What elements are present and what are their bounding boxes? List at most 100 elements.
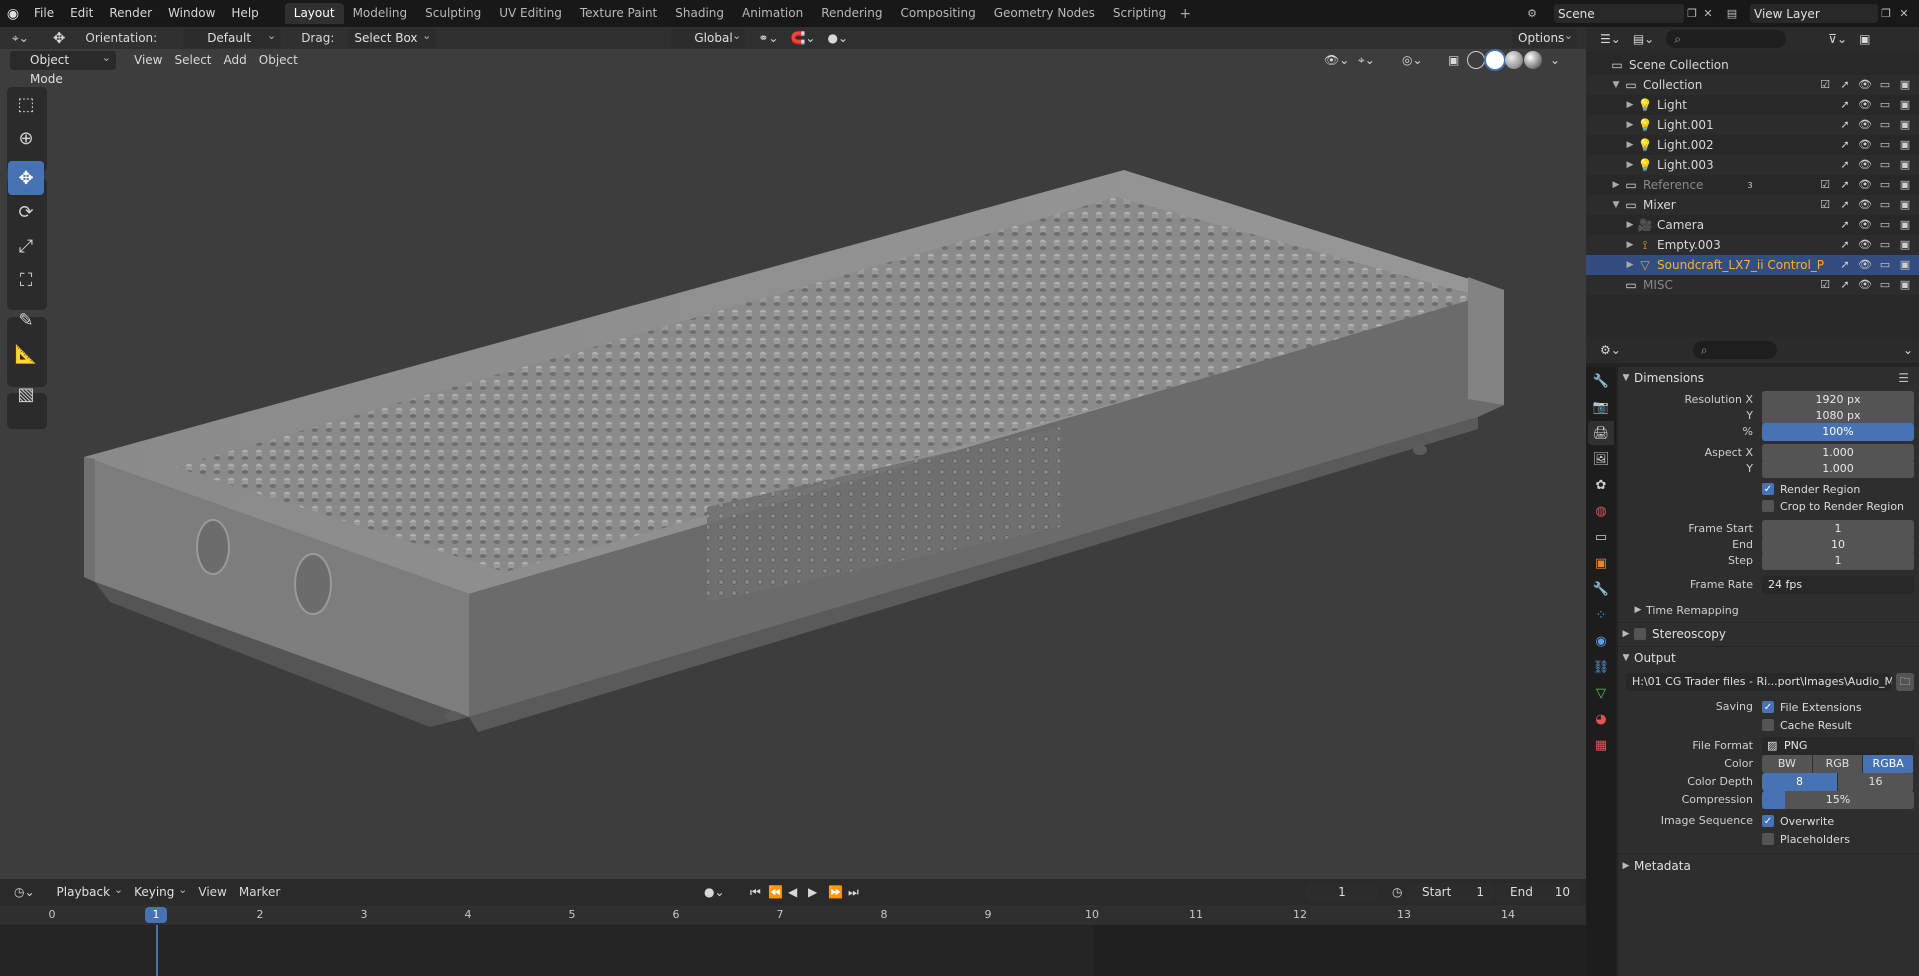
selectable-icon[interactable]: ➚ <box>1837 157 1853 173</box>
frame-rate-dropdown[interactable]: 24 fps <box>1762 576 1914 594</box>
outliner-row-soundcraft[interactable]: ▶ ▽ Soundcraft_LX7_ii Control_P ➚ 👁 ▭ ▣ <box>1586 255 1919 275</box>
render-region-checkbox[interactable]: ✓ Render Region <box>1762 481 1860 497</box>
playback-dropdown[interactable]: Playback <box>51 880 129 902</box>
new-collection-icon[interactable]: ▣ <box>1853 30 1876 49</box>
outliner-row-collection[interactable]: ▼ ▭ Collection ☑ ➚ 👁 ▭ ▣ <box>1586 75 1919 95</box>
monitor-icon[interactable]: ▭ <box>1877 217 1893 233</box>
outliner-row-mixer[interactable]: ▼ ▭ Mixer ☑ ➚ 👁 ▭ ▣ <box>1586 195 1919 215</box>
exclude-checkbox-icon[interactable]: ☑ <box>1817 77 1833 93</box>
render-camera-icon[interactable]: ▣ <box>1897 217 1913 233</box>
selectable-icon[interactable]: ➚ <box>1837 217 1853 233</box>
scene-selector[interactable]: Scene <box>1554 4 1684 23</box>
material-tab-icon[interactable]: ◕ <box>1588 707 1614 731</box>
render-camera-icon[interactable]: ▣ <box>1897 97 1913 113</box>
end-frame-field[interactable]: End 10 <box>1496 883 1580 902</box>
editor-type-icon[interactable]: ☰⌄ <box>1594 30 1627 49</box>
selectable-icon[interactable]: ➚ <box>1837 177 1853 193</box>
copy-icon[interactable]: ❐ <box>1878 5 1894 21</box>
outliner-row-camera[interactable]: ▶ 🎥 Camera ➚ 👁 ▭ ▣ <box>1586 215 1919 235</box>
render-camera-icon[interactable]: ▣ <box>1897 197 1913 213</box>
options-icon[interactable]: ⌄ <box>1897 341 1919 360</box>
start-frame-field[interactable]: Start 1 <box>1408 883 1494 902</box>
expand-toggle-icon[interactable]: ▶ <box>1624 240 1636 250</box>
outliner-row-reference[interactable]: ▶ ▭ Reference 3 ☑ ➚ 👁 ▭ ▣ <box>1586 175 1919 195</box>
outliner-row-empty-003[interactable]: ▶ ⟟ Empty.003 ➚ 👁 ▭ ▣ <box>1586 235 1919 255</box>
file-format-dropdown[interactable]: ▨ PNG <box>1762 737 1914 755</box>
exclude-checkbox-icon[interactable]: ☑ <box>1817 197 1833 213</box>
playhead-line[interactable] <box>156 925 158 976</box>
render-camera-icon[interactable]: ▣ <box>1897 237 1913 253</box>
scene-icon[interactable]: ⚙ <box>1524 5 1540 21</box>
exclude-checkbox-icon[interactable]: ☑ <box>1817 277 1833 293</box>
eye-icon[interactable]: 👁 <box>1857 257 1873 273</box>
collection-tab-icon[interactable]: ▭ <box>1588 525 1614 549</box>
dimensions-panel-header[interactable]: ▼ Dimensions ☰ <box>1618 367 1919 389</box>
expand-toggle-icon[interactable]: ▶ <box>1624 160 1636 170</box>
scene-tab-icon[interactable]: ✿ <box>1588 473 1614 497</box>
monitor-icon[interactable]: ▭ <box>1877 117 1893 133</box>
texture-tab-icon[interactable]: ▦ <box>1588 733 1614 757</box>
marker-menu[interactable]: Marker <box>233 883 286 902</box>
tab-uv-editing[interactable]: UV Editing <box>490 3 571 24</box>
metadata-panel-header[interactable]: ▶ Metadata <box>1618 855 1919 877</box>
timeline-view-menu[interactable]: View <box>192 883 232 902</box>
3d-viewport[interactable]: ⌖⌄ ✥ Orientation: Default Drag: Select B… <box>0 26 1586 879</box>
eye-icon[interactable]: 👁 <box>1857 177 1873 193</box>
placeholders-checkbox[interactable]: Placeholders <box>1762 831 1850 847</box>
menu-window[interactable]: Window <box>160 0 223 27</box>
eye-icon[interactable]: 👁 <box>1857 277 1873 293</box>
view-layer-selector[interactable]: View Layer <box>1750 4 1878 23</box>
eye-icon[interactable]: 👁 <box>1857 157 1873 173</box>
tab-scripting[interactable]: Scripting <box>1104 3 1175 24</box>
current-frame-field[interactable]: 1 <box>1306 883 1378 902</box>
depth-16-button[interactable]: 16 <box>1838 773 1914 791</box>
keying-dropdown[interactable]: Keying <box>128 880 192 902</box>
render-tab-icon[interactable]: 📷 <box>1588 395 1614 419</box>
expand-toggle-icon[interactable]: ▶ <box>1624 140 1636 150</box>
depth-8-button[interactable]: 8 <box>1762 773 1838 791</box>
play-reverse-icon[interactable]: ◀ <box>782 883 803 902</box>
eye-icon[interactable]: 👁 <box>1857 97 1873 113</box>
color-rgba-button[interactable]: RGBA <box>1863 755 1914 773</box>
editor-type-icon[interactable]: ⚙⌄ <box>1594 341 1627 360</box>
selectable-icon[interactable]: ➚ <box>1837 197 1853 213</box>
menu-render[interactable]: Render <box>101 0 160 27</box>
monitor-icon[interactable]: ▭ <box>1877 237 1893 253</box>
playhead-frame-indicator[interactable]: 1 <box>145 907 167 923</box>
frame-step-field[interactable]: 1 <box>1762 552 1914 570</box>
timeline-ruler[interactable]: 0 1 2 3 4 5 6 7 8 9 10 11 12 13 14 <box>0 905 1586 925</box>
menu-help[interactable]: Help <box>223 0 266 27</box>
menu-edit[interactable]: Edit <box>62 0 101 27</box>
outliner-row-light[interactable]: ▶ 💡 Light ➚ 👁 ▭ ▣ <box>1586 95 1919 115</box>
display-mode-icon[interactable]: ▤⌄ <box>1627 30 1660 49</box>
compression-slider[interactable]: 15% <box>1762 791 1914 809</box>
tab-modeling[interactable]: Modeling <box>344 3 417 24</box>
eye-icon[interactable]: 👁 <box>1857 197 1873 213</box>
modifier-tab-icon[interactable]: 🔧 <box>1588 577 1614 601</box>
selectable-icon[interactable]: ➚ <box>1837 117 1853 133</box>
view-layer-tab-icon[interactable]: 🖼 <box>1588 447 1614 471</box>
output-panel-header[interactable]: ▼ Output <box>1618 647 1919 669</box>
outliner-row-scene-collection[interactable]: ▭ Scene Collection <box>1586 55 1919 75</box>
list-icon[interactable]: ☰ <box>1898 371 1909 385</box>
tool-tab-icon[interactable]: 🔧 <box>1588 369 1614 393</box>
overwrite-checkbox[interactable]: ✓ Overwrite <box>1762 813 1834 829</box>
close-icon[interactable]: ✕ <box>1700 5 1716 21</box>
render-camera-icon[interactable]: ▣ <box>1897 117 1913 133</box>
expand-toggle-icon[interactable]: ▶ <box>1624 260 1636 270</box>
view-layer-icon[interactable]: ▤ <box>1724 5 1740 21</box>
filter-icon[interactable]: ⊽⌄ <box>1822 30 1853 49</box>
object-tab-icon[interactable]: ▣ <box>1588 551 1614 575</box>
clock-icon[interactable]: ◷ <box>1386 883 1408 902</box>
menu-file[interactable]: File <box>26 0 62 27</box>
crop-checkbox[interactable]: Crop to Render Region <box>1762 498 1904 514</box>
time-remapping-header[interactable]: ▶ Time Remapping <box>1630 599 1919 621</box>
mixer-model[interactable] <box>0 27 1586 879</box>
resolution-percent-field[interactable]: 100% <box>1762 423 1914 441</box>
monitor-icon[interactable]: ▭ <box>1877 177 1893 193</box>
color-rgb-button[interactable]: RGB <box>1812 755 1864 773</box>
tab-layout[interactable]: Layout <box>284 3 344 24</box>
outliner-row-misc[interactable]: ▭ MISC ☑ ➚ 👁 ▭ ▣ <box>1586 275 1919 295</box>
render-camera-icon[interactable]: ▣ <box>1897 137 1913 153</box>
file-extensions-checkbox[interactable]: ✓ File Extensions <box>1762 699 1862 715</box>
